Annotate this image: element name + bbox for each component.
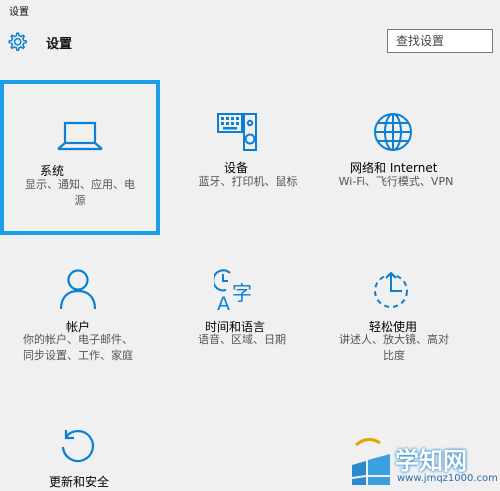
tile-system-desc: 显示、通知、应用、电 源: [8, 177, 152, 209]
tile-ease-of-access-desc-line2: 比度: [383, 349, 405, 362]
tile-network-desc: Wi-Fi、飞行模式、VPN: [324, 174, 468, 190]
laptop-icon: [56, 121, 104, 155]
tile-devices[interactable]: 设备 蓝牙、打印机、鼠标: [168, 80, 328, 235]
search-box[interactable]: [387, 29, 493, 53]
page-title: 设置: [46, 37, 73, 52]
tile-ease-of-access[interactable]: 轻松使用 讲述人、放大镜、高对 比度: [334, 248, 500, 398]
tile-update-security[interactable]: 更新和安全: [0, 415, 160, 491]
tile-time-language[interactable]: A 字 时间和语言 语音、区域、日期: [168, 248, 328, 398]
tile-accounts[interactable]: 帐户 你的帐户、电子邮件、 同步设置、工作、家庭: [0, 248, 160, 398]
tile-ease-of-access-desc-line1: 讲述人、放大镜、高对: [339, 333, 449, 346]
search-input[interactable]: [388, 30, 492, 52]
window-title: 设置: [9, 7, 29, 18]
watermark-logo: 学知网 www.jmqz1000.com: [348, 433, 498, 489]
watermark-text: 学知网: [395, 447, 467, 475]
tile-system-desc-line1: 显示、通知、应用、电: [25, 178, 135, 191]
tile-ease-of-access-desc: 讲述人、放大镜、高对 比度: [322, 332, 466, 364]
time-language-icon: A 字: [214, 268, 258, 312]
tile-update-security-name: 更新和安全: [49, 475, 110, 489]
tile-time-language-desc: 语音、区域、日期: [170, 332, 314, 348]
tile-devices-desc: 蓝牙、打印机、鼠标: [176, 174, 320, 190]
tile-accounts-desc-line2: 同步设置、工作、家庭: [23, 349, 133, 362]
tile-time-language-desc-line1: 语音、区域、日期: [198, 333, 286, 346]
tile-network[interactable]: 网络和 Internet Wi-Fi、飞行模式、VPN: [334, 80, 500, 235]
windows-logo-icon: [352, 438, 390, 485]
keyboard-speaker-icon: [216, 111, 258, 153]
svg-text:A: A: [217, 293, 230, 312]
watermark-url: www.jmqz1000.com: [397, 473, 498, 484]
refresh-icon: [58, 427, 98, 467]
tile-accounts-desc: 你的帐户、电子邮件、 同步设置、工作、家庭: [6, 332, 150, 364]
person-icon: [59, 268, 97, 310]
tile-devices-desc-line1: 蓝牙、打印机、鼠标: [198, 175, 298, 188]
tile-system-desc-line2: 源: [74, 194, 86, 207]
svg-text:字: 字: [232, 281, 252, 305]
tile-system[interactable]: 系统 显示、通知、应用、电 源: [0, 80, 160, 235]
tile-network-desc-line1: Wi-Fi、飞行模式、VPN: [338, 175, 454, 188]
ease-of-access-icon: [371, 269, 413, 311]
gear-icon: [6, 31, 28, 53]
globe-icon: [372, 111, 414, 153]
tile-accounts-desc-line1: 你的帐户、电子邮件、: [23, 333, 133, 346]
